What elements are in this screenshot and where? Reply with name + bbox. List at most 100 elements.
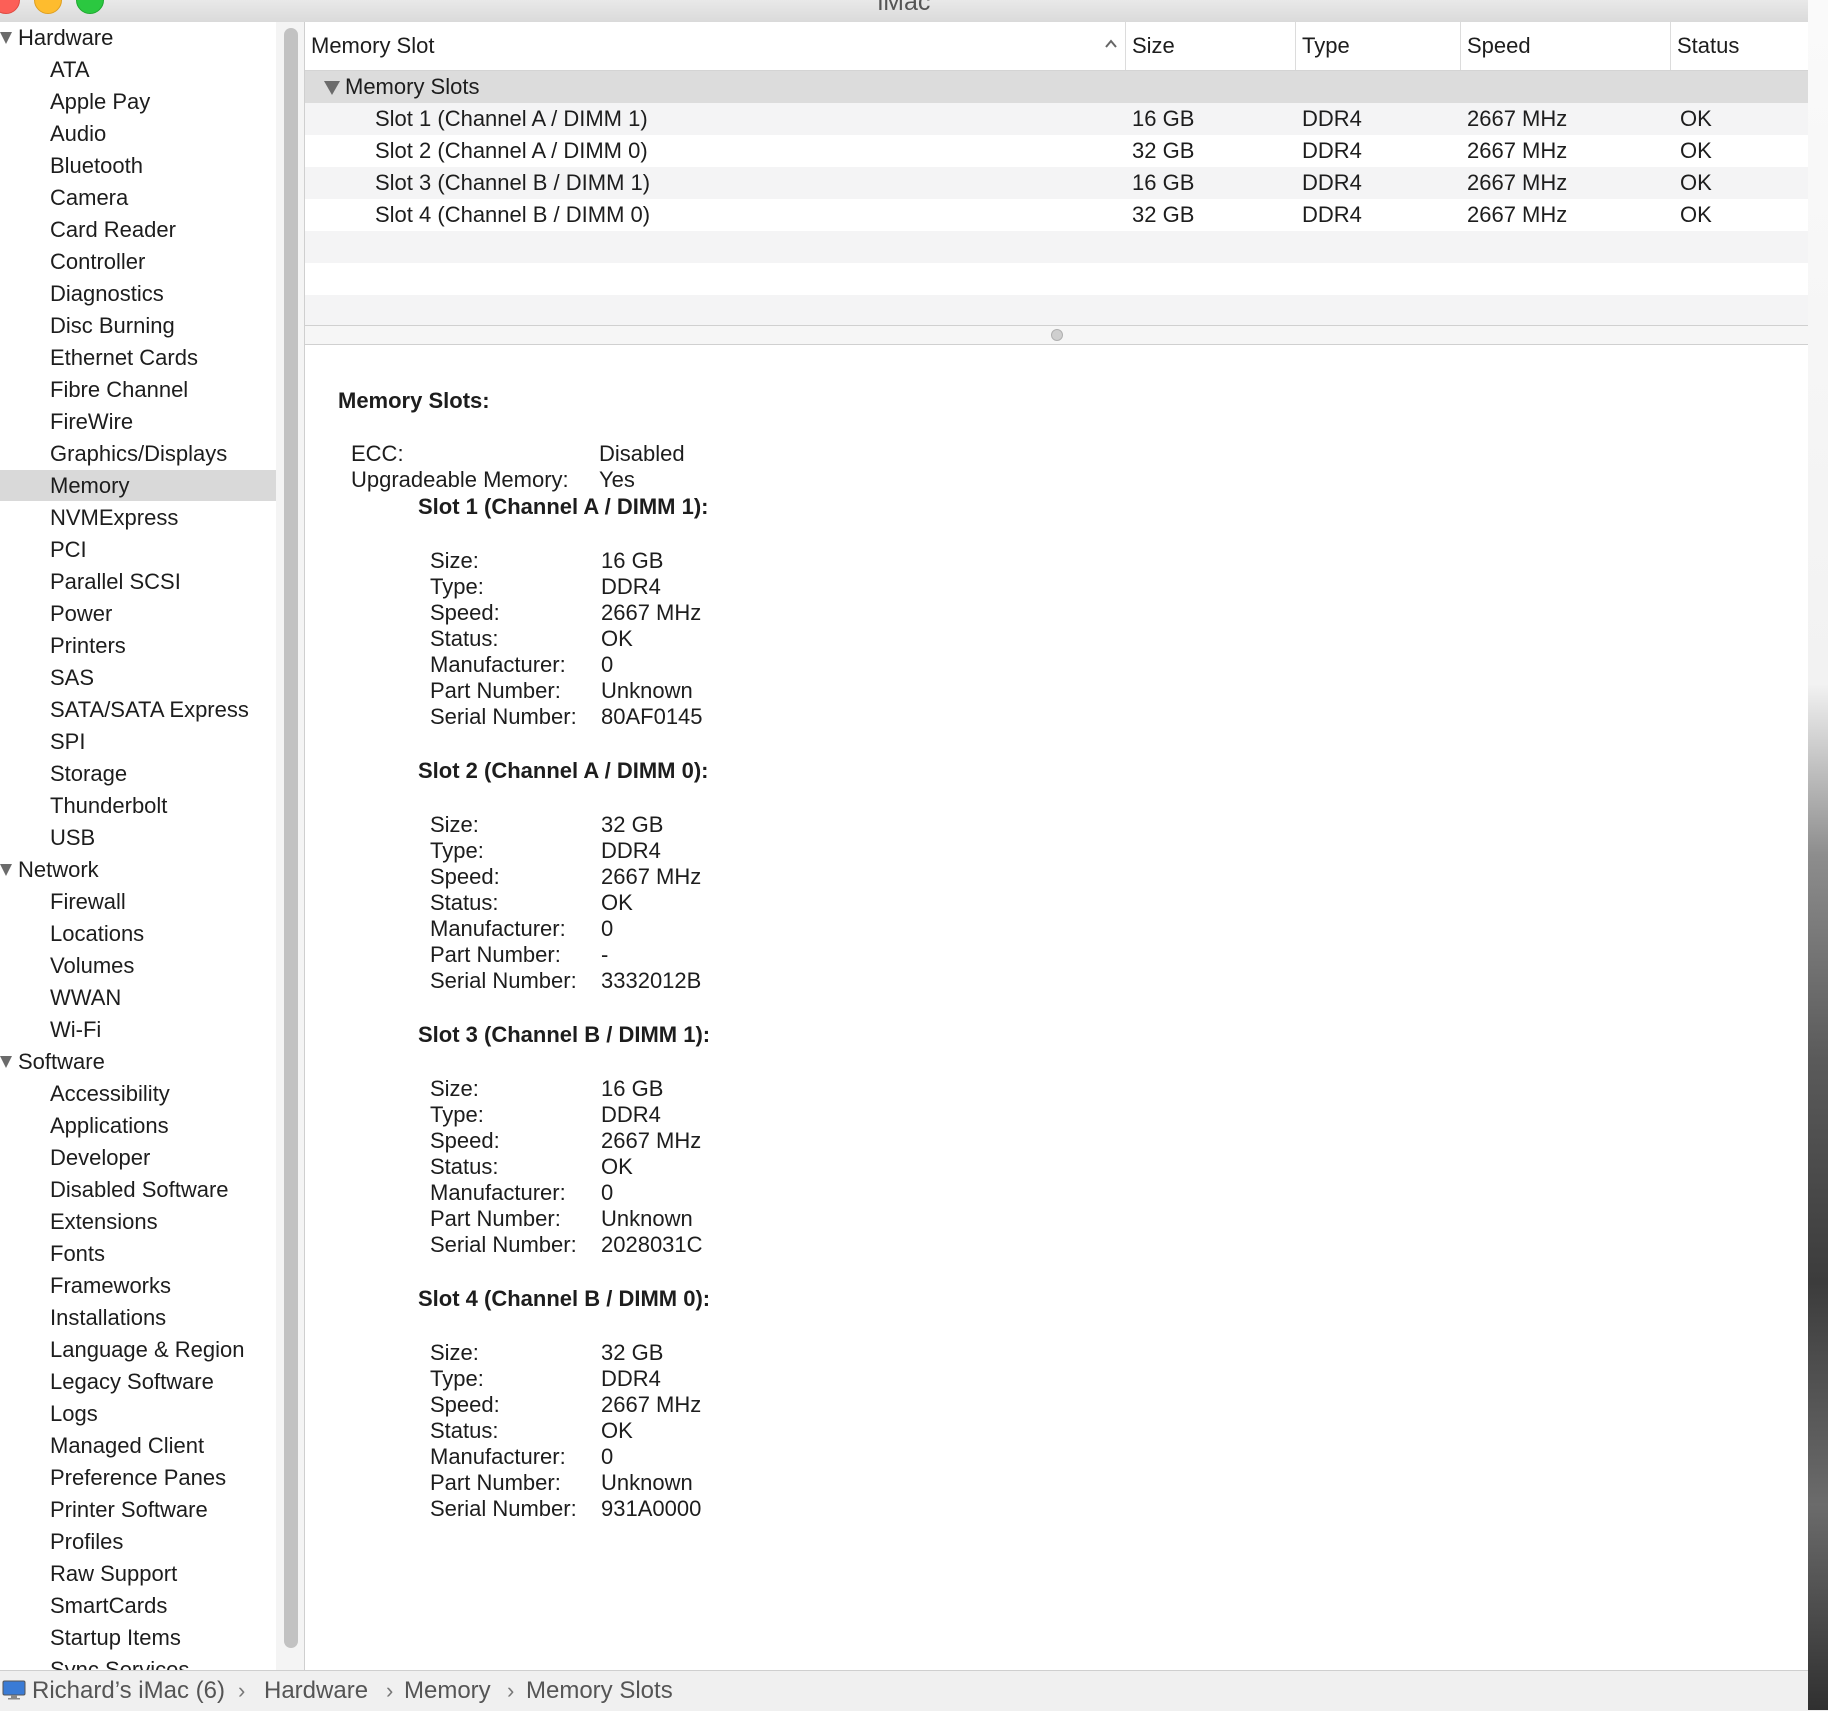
sidebar-item-nvmexpress[interactable]: NVMExpress (0, 502, 276, 533)
sidebar-item-label: Thunderbolt (50, 793, 168, 818)
sidebar-item-label: Preference Panes (50, 1465, 227, 1490)
sidebar-item-developer[interactable]: Developer (0, 1142, 276, 1173)
sidebar-item-sata-sata-express[interactable]: SATA/SATA Express (0, 694, 276, 725)
summary-value: Yes (599, 467, 635, 492)
table-cell-status: OK (1680, 202, 1712, 227)
disclosure-triangle-icon[interactable] (0, 864, 12, 876)
sidebar-item-locations[interactable]: Locations (0, 918, 276, 949)
table-row[interactable]: Slot 4 (Channel B / DIMM 0) 32 GB DDR4 2667… (305, 199, 1808, 231)
sidebar-item-label: Card Reader (50, 217, 176, 242)
slot-field-value: Unknown (601, 1470, 693, 1495)
disclosure-triangle-icon[interactable] (324, 81, 340, 95)
sidebar-item-logs[interactable]: Logs (0, 1398, 276, 1429)
slot-field-key: Manufacturer: (430, 1180, 566, 1205)
slot-field-key: Size: (430, 1076, 479, 1101)
sidebar-group-software[interactable]: Software (0, 1046, 276, 1077)
sidebar-item-fonts[interactable]: Fonts (0, 1238, 276, 1269)
sidebar-item-label: Language & Region (50, 1337, 245, 1362)
column-header-size[interactable]: Size (1125, 22, 1295, 70)
sidebar-item-managed-client[interactable]: Managed Client (0, 1430, 276, 1461)
breadcrumb-memory-slots[interactable]: Memory Slots (526, 1671, 673, 1711)
sidebar-item-thunderbolt[interactable]: Thunderbolt (0, 790, 276, 821)
sidebar-item-label: Camera (50, 185, 129, 210)
sidebar-item-pci[interactable]: PCI (0, 534, 276, 565)
breadcrumb-hardware[interactable]: Hardware (264, 1671, 368, 1711)
chevron-up-icon[interactable] (1103, 36, 1119, 52)
sidebar-item-apple-pay[interactable]: Apple Pay (0, 86, 276, 117)
sidebar-item-controller[interactable]: Controller (0, 246, 276, 277)
sidebar-group-network[interactable]: Network (0, 854, 276, 885)
table-group-row[interactable]: Memory Slots (305, 71, 1808, 103)
sidebar-item-usb[interactable]: USB (0, 822, 276, 853)
sidebar-item-printers[interactable]: Printers (0, 630, 276, 661)
sidebar-item-ethernet-cards[interactable]: Ethernet Cards (0, 342, 276, 373)
breadcrumb-computer[interactable]: Richard’s iMac (6) (32, 1671, 225, 1711)
column-header-type[interactable]: Type (1295, 22, 1460, 70)
column-header-status[interactable]: Status (1670, 22, 1808, 70)
sidebar-item-volumes[interactable]: Volumes (0, 950, 276, 981)
sidebar-item-smartcards[interactable]: SmartCards (0, 1590, 276, 1621)
sidebar-item-card-reader[interactable]: Card Reader (0, 214, 276, 245)
sidebar-item-ata[interactable]: ATA (0, 54, 276, 85)
sidebar-scroll-thumb[interactable] (284, 28, 298, 1648)
sidebar-item-applications[interactable]: Applications (0, 1110, 276, 1141)
sidebar-item-camera[interactable]: Camera (0, 182, 276, 213)
sidebar-item-preference-panes[interactable]: Preference Panes (0, 1462, 276, 1493)
table-row[interactable]: Slot 3 (Channel B / DIMM 1) 16 GB DDR4 2667… (305, 167, 1808, 199)
sidebar-item-label: SATA/SATA Express (50, 697, 249, 722)
sidebar-item-bluetooth[interactable]: Bluetooth (0, 150, 276, 181)
sidebar-item-raw-support[interactable]: Raw Support (0, 1558, 276, 1589)
sidebar-item-fibre-channel[interactable]: Fibre Channel (0, 374, 276, 405)
sidebar-item-wwan[interactable]: WWAN (0, 982, 276, 1013)
breadcrumb-memory[interactable]: Memory (404, 1671, 491, 1711)
table-row[interactable]: Slot 1 (Channel A / DIMM 1) 16 GB DDR4 2667… (305, 103, 1808, 135)
disclosure-triangle-icon[interactable] (0, 32, 12, 44)
sidebar-item-label: ATA (50, 57, 90, 82)
sidebar-item-graphics-displays[interactable]: Graphics/Displays (0, 438, 276, 469)
column-header-label: Status (1677, 33, 1740, 58)
column-header-speed[interactable]: Speed (1460, 22, 1670, 70)
sidebar-item-frameworks[interactable]: Frameworks (0, 1270, 276, 1301)
sidebar-item-language-region[interactable]: Language & Region (0, 1334, 276, 1365)
sidebar-item-printer-software[interactable]: Printer Software (0, 1494, 276, 1525)
sidebar-item-spi[interactable]: SPI (0, 726, 276, 757)
sidebar-item-storage[interactable]: Storage (0, 758, 276, 789)
table-row[interactable]: Slot 2 (Channel A / DIMM 0) 32 GB DDR4 2667… (305, 135, 1808, 167)
sidebar-item-sas[interactable]: SAS (0, 662, 276, 693)
sidebar-item-disc-burning[interactable]: Disc Burning (0, 310, 276, 341)
sidebar-item-label: Controller (50, 249, 146, 274)
column-header-memory-slot[interactable]: Memory Slot (305, 22, 1125, 70)
sidebar-item-label: Logs (50, 1401, 98, 1426)
table-cell-size: 16 GB (1132, 106, 1195, 131)
sidebar-item-label: Accessibility (50, 1081, 170, 1106)
disclosure-triangle-icon[interactable] (0, 1056, 12, 1068)
title-bar: iMac (0, 0, 1808, 23)
sidebar-item-firewall[interactable]: Firewall (0, 886, 276, 917)
sidebar-item-profiles[interactable]: Profiles (0, 1526, 276, 1557)
sidebar-item-wi-fi[interactable]: Wi-Fi (0, 1014, 276, 1045)
slot-field-value: 2667 MHz (601, 864, 702, 889)
sidebar-item-accessibility[interactable]: Accessibility (0, 1078, 276, 1109)
table-cell-speed: 2667 MHz (1467, 202, 1568, 227)
sidebar-item-parallel-scsi[interactable]: Parallel SCSI (0, 566, 276, 597)
breadcrumb-separator-icon: › (238, 1678, 246, 1703)
sidebar-item-power[interactable]: Power (0, 598, 276, 629)
pane-splitter[interactable] (305, 325, 1808, 345)
sidebar-item-disabled-software[interactable]: Disabled Software (0, 1174, 276, 1205)
sidebar-item-audio[interactable]: Audio (0, 118, 276, 149)
sidebar-item-memory[interactable]: Memory (0, 470, 276, 501)
sidebar-item-firewire[interactable]: FireWire (0, 406, 276, 437)
sidebar-item-sync-services[interactable]: Sync Services (0, 1654, 276, 1670)
sidebar-scrollbar[interactable] (276, 22, 305, 1670)
slot-field-value: DDR4 (601, 1366, 661, 1391)
splitter-handle[interactable] (1051, 329, 1063, 341)
sidebar-item-startup-items[interactable]: Startup Items (0, 1622, 276, 1653)
table-empty-row (305, 263, 1808, 295)
slot-field-key: Type: (430, 1102, 484, 1127)
sidebar-item-legacy-software[interactable]: Legacy Software (0, 1366, 276, 1397)
slot-field-key: Serial Number: (430, 704, 577, 729)
sidebar-item-extensions[interactable]: Extensions (0, 1206, 276, 1237)
sidebar-item-installations[interactable]: Installations (0, 1302, 276, 1333)
sidebar-group-hardware[interactable]: Hardware (0, 22, 276, 53)
sidebar-item-diagnostics[interactable]: Diagnostics (0, 278, 276, 309)
